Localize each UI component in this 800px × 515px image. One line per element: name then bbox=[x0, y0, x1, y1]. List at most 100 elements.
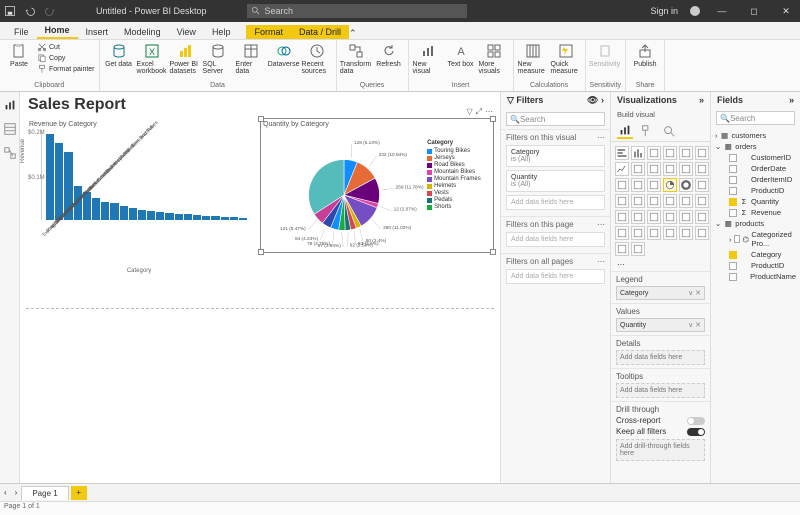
viz-ribbon[interactable] bbox=[695, 162, 709, 176]
pbi-datasets-button[interactable]: Power BI datasets bbox=[170, 42, 200, 75]
viz-r-visual[interactable] bbox=[679, 210, 693, 224]
tooltips-drop[interactable]: Add data fields here bbox=[616, 383, 705, 398]
signin-link[interactable]: Sign in bbox=[650, 6, 678, 16]
recent-sources-button[interactable]: Recent sources bbox=[302, 42, 332, 75]
ribbon-collapse-icon[interactable]: ⌃ bbox=[349, 28, 363, 39]
field-CustomerID[interactable]: CustomerID bbox=[715, 152, 796, 163]
field-OrderDate[interactable]: OrderDate bbox=[715, 163, 796, 174]
cross-report-toggle[interactable] bbox=[687, 417, 705, 425]
legend-item[interactable]: Shorts bbox=[427, 204, 491, 210]
viz-azure-map[interactable] bbox=[647, 194, 661, 208]
tab-modeling[interactable]: Modeling bbox=[116, 25, 169, 39]
table-orders[interactable]: ⌄▦orders bbox=[715, 141, 796, 152]
viz-stacked-bar[interactable] bbox=[615, 146, 629, 160]
bar[interactable] bbox=[55, 143, 63, 220]
more-visuals-button[interactable]: More visuals bbox=[479, 42, 509, 75]
viz-py-visual[interactable] bbox=[695, 210, 709, 224]
field-ProductName[interactable]: ProductName bbox=[715, 271, 796, 282]
build-tab[interactable] bbox=[617, 123, 633, 139]
page-next-icon[interactable]: › bbox=[11, 488, 22, 497]
tab-home[interactable]: Home bbox=[37, 23, 78, 39]
viz-card[interactable] bbox=[679, 194, 693, 208]
field-Category[interactable]: Category bbox=[715, 249, 796, 260]
filter-icon[interactable]: ▽ bbox=[466, 107, 472, 117]
viz-power-automate[interactable] bbox=[615, 242, 629, 256]
format-tab[interactable] bbox=[639, 123, 655, 139]
bar[interactable] bbox=[175, 214, 183, 220]
details-drop[interactable]: Add data fields here bbox=[616, 350, 705, 365]
bar[interactable] bbox=[147, 211, 155, 220]
filter-card[interactable]: Quantityis (All) bbox=[506, 170, 605, 192]
bar[interactable] bbox=[156, 212, 164, 220]
viz-slicer[interactable] bbox=[631, 210, 645, 224]
viz-kpi[interactable] bbox=[615, 210, 629, 224]
legend-well[interactable]: Category∨ ✕ bbox=[616, 286, 705, 300]
viz-clustered-bar[interactable] bbox=[647, 146, 661, 160]
analytics-tab[interactable] bbox=[661, 123, 677, 139]
page-prev-icon[interactable]: ‹ bbox=[0, 488, 11, 497]
excel-button[interactable]: XExcel workbook bbox=[137, 42, 167, 75]
tab-format[interactable]: Format bbox=[246, 25, 291, 39]
field-Categorized Pro...[interactable]: ›⌬Categorized Pro... bbox=[715, 229, 796, 249]
save-icon[interactable] bbox=[4, 5, 16, 17]
maximize-button[interactable]: ◻ bbox=[744, 6, 764, 17]
viz-qa[interactable] bbox=[647, 226, 661, 240]
viz-get-more[interactable] bbox=[631, 242, 645, 256]
field-ProductID[interactable]: ProductID bbox=[715, 260, 796, 271]
field-ProductID[interactable]: ProductID bbox=[715, 185, 796, 196]
viz-paginated-report[interactable] bbox=[679, 226, 693, 240]
table-products[interactable]: ⌄▦products bbox=[715, 218, 796, 229]
avatar-icon[interactable] bbox=[690, 6, 700, 16]
show-filter-icon[interactable]: 👁 bbox=[587, 95, 598, 105]
viz-gauge[interactable] bbox=[663, 194, 677, 208]
paste-button[interactable]: Paste bbox=[4, 42, 34, 68]
bar[interactable] bbox=[184, 214, 192, 220]
viz-donut[interactable] bbox=[679, 178, 693, 192]
viz-100-stacked-column[interactable] bbox=[695, 146, 709, 160]
viz-stacked-area[interactable] bbox=[647, 162, 661, 176]
fields-search[interactable]: 🔍 Search bbox=[716, 111, 795, 125]
filter-menu-icon[interactable]: ⋯ bbox=[597, 220, 605, 229]
viz-pie[interactable] bbox=[663, 178, 677, 192]
filter-drop[interactable]: Add data fields here bbox=[506, 195, 605, 210]
filter-drop[interactable]: Add data fields here bbox=[506, 232, 605, 247]
viz-table[interactable] bbox=[647, 210, 661, 224]
model-view-icon[interactable] bbox=[3, 146, 17, 160]
legend-item[interactable]: Mountain Bikes bbox=[427, 169, 491, 175]
viz-matrix[interactable] bbox=[663, 210, 677, 224]
viz-decomposition-tree[interactable] bbox=[631, 226, 645, 240]
filter-card[interactable]: Categoryis (All) bbox=[506, 145, 605, 167]
field-Revenue[interactable]: ΣRevenue bbox=[715, 207, 796, 218]
new-measure-button[interactable]: New measure bbox=[518, 42, 548, 75]
viz-multi-row-card[interactable] bbox=[695, 194, 709, 208]
bar[interactable] bbox=[239, 218, 247, 220]
bar[interactable] bbox=[230, 217, 238, 220]
filter-menu-icon[interactable]: ⋯ bbox=[597, 133, 605, 142]
page-tab[interactable]: Page 1 bbox=[21, 486, 68, 500]
viz-line-stacked-column[interactable] bbox=[663, 162, 677, 176]
sql-button[interactable]: SQL Server bbox=[203, 42, 233, 75]
viz-area[interactable] bbox=[631, 162, 645, 176]
format-painter-button[interactable]: Format painter bbox=[37, 64, 95, 74]
report-canvas[interactable]: Sales Report Revenue by Category Revenue… bbox=[20, 92, 500, 483]
text-box-button[interactable]: AText box bbox=[446, 42, 476, 68]
bar[interactable] bbox=[120, 206, 128, 220]
keep-filters-toggle[interactable] bbox=[687, 428, 705, 436]
legend-item[interactable]: Helmets bbox=[427, 183, 491, 189]
viz-stacked-column[interactable] bbox=[631, 146, 645, 160]
copy-button[interactable]: Copy bbox=[37, 53, 95, 63]
dataverse-button[interactable]: Dataverse bbox=[269, 42, 299, 68]
bar[interactable] bbox=[138, 210, 146, 220]
enter-data-button[interactable]: Enter data bbox=[236, 42, 266, 75]
expand-vis-icon[interactable]: » bbox=[699, 95, 704, 105]
viz-waterfall[interactable] bbox=[615, 178, 629, 192]
bar[interactable] bbox=[221, 217, 229, 220]
viz-key-influencers[interactable] bbox=[615, 226, 629, 240]
viz-scatter[interactable] bbox=[647, 178, 661, 192]
bar[interactable] bbox=[202, 216, 210, 220]
viz-clustered-column[interactable] bbox=[663, 146, 677, 160]
cut-button[interactable]: Cut bbox=[37, 42, 95, 52]
viz-power-apps[interactable] bbox=[695, 226, 709, 240]
legend-item[interactable]: Touring Bikes bbox=[427, 148, 491, 154]
bar[interactable] bbox=[165, 213, 173, 220]
